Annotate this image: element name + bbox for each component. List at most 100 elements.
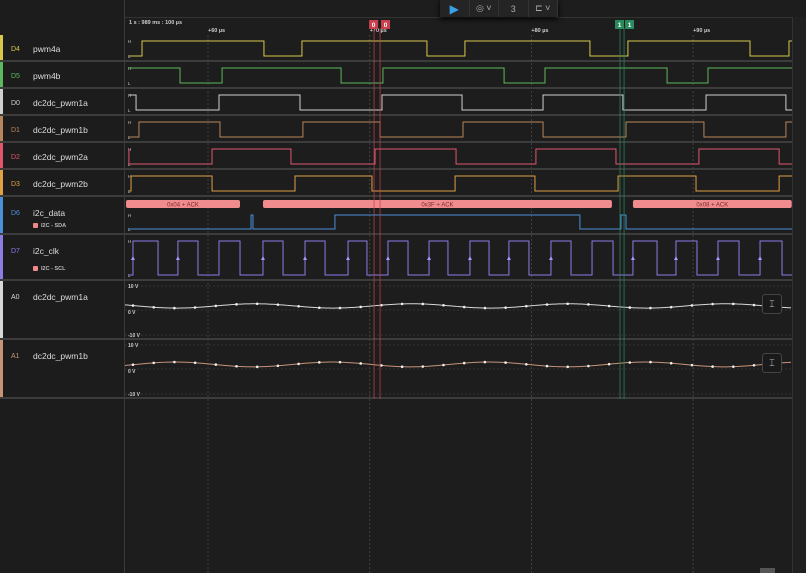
analog-sample-point [545, 303, 549, 306]
analog-sample-point [338, 360, 342, 364]
analog-sample-point [255, 302, 259, 306]
voltage-label-min: -10 V [128, 333, 141, 339]
vertical-scrollbar[interactable] [792, 17, 806, 573]
timing-marker-label: 0 [384, 22, 388, 29]
level-high-label: H [128, 120, 131, 125]
analog-sample-point [504, 361, 507, 364]
trigger-icon: ◎ ˅ [475, 3, 492, 13]
protocol-annotation-label: 0x08 + ACK [696, 203, 728, 209]
level-high-label: H [128, 39, 131, 44]
analog-sample-point [276, 303, 280, 306]
analog-sample-point [193, 361, 197, 365]
clock-sample-arrow-icon [467, 256, 472, 260]
clock-sample-arrow-icon [758, 256, 763, 260]
voltage-label-max: 10 V [128, 284, 139, 290]
trigger-button[interactable]: ◎ ˅ [470, 0, 499, 17]
voltage-label-zero: 0 V [128, 310, 136, 316]
analog-sample-point [462, 305, 466, 309]
analog-sample-point [400, 365, 404, 369]
autoscale-icon: ⌶ [769, 357, 775, 368]
analog-sample-point [338, 306, 342, 310]
analog-sample-point [152, 361, 155, 365]
analog-sample-point [359, 305, 363, 309]
digital-waveform-d5 [129, 67, 792, 84]
timing-marker-label: 1 [618, 22, 622, 29]
measure-button[interactable]: 3 [499, 0, 529, 17]
analog-sample-point [297, 305, 300, 308]
analog-sample-point [442, 363, 445, 367]
analog-autoscale-button[interactable]: ⌶ [762, 294, 782, 314]
analog-sample-point [690, 363, 694, 367]
analog-sample-point [193, 306, 197, 309]
analog-sample-point [525, 304, 528, 308]
analog-sample-point [566, 365, 569, 369]
voltage-label-min: -10 V [128, 392, 141, 398]
clock-sample-arrow-icon [548, 256, 553, 260]
analog-autoscale-button[interactable]: ⌶ [762, 353, 782, 373]
clock-sample-arrow-icon [260, 256, 265, 260]
voltage-label-zero: 0 V [128, 369, 136, 375]
level-high-label: H [128, 213, 131, 218]
analog-sample-point [297, 362, 300, 366]
voltage-label-max: 10 V [128, 343, 139, 349]
horizontal-scrollbar-thumb[interactable] [760, 568, 775, 573]
analog-sample-point [669, 305, 673, 309]
analog-sample-point [214, 304, 218, 308]
analog-sample-point [483, 360, 487, 364]
clock-sample-arrow-icon [303, 256, 308, 260]
marker-button[interactable]: ⊏ ˅ [529, 0, 558, 17]
clock-sample-arrow-icon [130, 256, 135, 260]
play-button[interactable]: ▶ [440, 0, 470, 17]
level-low-label: L [128, 81, 131, 86]
analog-sample-point [400, 302, 404, 306]
analog-sample-point [587, 303, 590, 306]
protocol-annotation-label: 0x3F + ACK [421, 203, 453, 209]
time-tick-label: +90 µs [693, 28, 710, 34]
autoscale-icon: ⌶ [769, 298, 775, 309]
analog-sample-point [235, 365, 238, 368]
analog-sample-point [587, 364, 590, 368]
analog-sample-point [566, 302, 569, 306]
analog-sample-point [545, 364, 549, 368]
marker-icon: ⊏ ˅ [535, 3, 551, 13]
analog-sample-point [442, 303, 445, 307]
clock-sample-arrow-icon [427, 256, 432, 260]
analog-sample-point [380, 303, 383, 307]
analog-sample-point [669, 361, 673, 365]
analog-sample-point [421, 365, 425, 368]
waveform-area[interactable]: 1 s : 989 ms : 100 µs+60 µs +70 µs +80 µs +… [0, 0, 806, 573]
time-tick-label: +80 µs [531, 28, 548, 34]
analog-sample-point [235, 303, 238, 306]
digital-waveform-d7 [129, 240, 792, 276]
analog-sample-point [173, 306, 176, 310]
clock-sample-arrow-icon [506, 256, 511, 260]
analog-sample-point [152, 305, 155, 309]
digital-waveform-d4 [129, 40, 792, 57]
analog-sample-point [276, 364, 280, 368]
analog-sample-point [318, 361, 321, 364]
analog-sample-point [649, 306, 652, 310]
measure-icon: 3 [510, 3, 516, 14]
analog-sample-point [752, 364, 756, 367]
digital-waveform-d3 [129, 175, 792, 192]
analog-sample-point [359, 362, 363, 365]
clock-sample-arrow-icon [630, 256, 635, 260]
analog-sample-point [711, 302, 714, 306]
clock-sample-arrow-icon [716, 256, 721, 260]
clock-sample-arrow-icon [673, 256, 678, 260]
clock-sample-arrow-icon [385, 256, 390, 260]
clock-sample-arrow-icon [346, 256, 351, 260]
capture-toolbar: ▶ ◎ ˅ 3 ⊏ ˅ [440, 0, 558, 17]
analog-sample-point [649, 360, 652, 364]
timing-marker-label: 0 [372, 22, 376, 29]
analog-sample-point [318, 306, 321, 310]
time-tick-label: +60 µs [208, 28, 225, 34]
analog-sample-point [607, 362, 611, 366]
analog-sample-point [173, 360, 176, 364]
analog-sample-point [214, 363, 218, 366]
digital-waveform-d6 [129, 214, 792, 230]
analog-sample-point [732, 302, 735, 306]
digital-waveform-d0 [129, 94, 792, 111]
level-low-label: L [128, 108, 131, 113]
analog-sample-point [255, 365, 259, 369]
